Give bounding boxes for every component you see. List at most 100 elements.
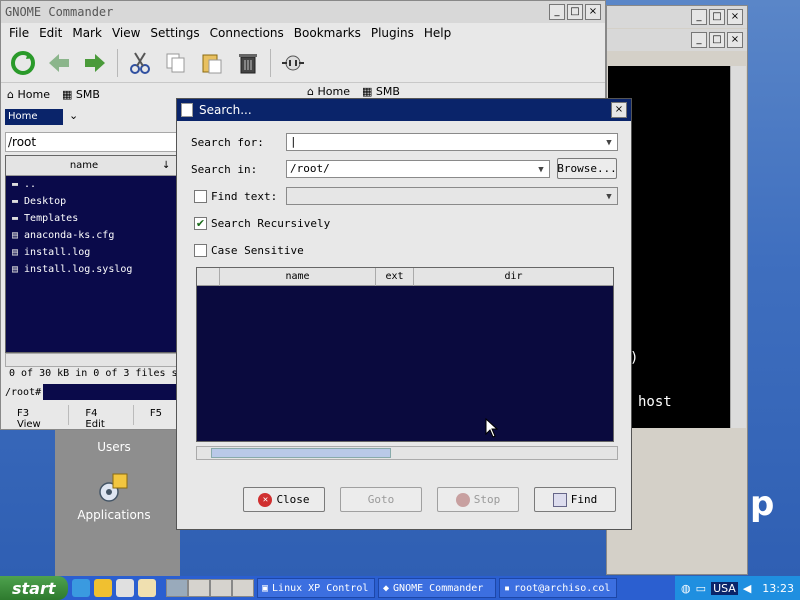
find-button[interactable]: Find <box>534 487 616 512</box>
workspace-1[interactable] <box>166 579 188 597</box>
find-text-input[interactable]: ▼ <box>286 187 618 205</box>
device-smb-button[interactable]: ▦ SMB <box>362 85 400 98</box>
file-row[interactable]: ▤ install.log.syslog <box>6 261 176 278</box>
window-title: GNOME Commander <box>5 5 114 19</box>
bookmark-combo[interactable]: Home <box>5 109 63 125</box>
menu-view[interactable]: View <box>112 26 140 40</box>
file-row[interactable]: ▬ Templates <box>6 210 176 227</box>
close-button[interactable]: × <box>727 9 743 25</box>
headphones-quicklaunch-icon[interactable] <box>116 579 134 597</box>
f4-edit-button[interactable]: F4 Edit <box>69 405 134 430</box>
column-dir-header[interactable]: dir <box>413 267 613 286</box>
search-in-label: Search in: <box>191 163 258 176</box>
menu-plugins[interactable]: Plugins <box>371 26 414 40</box>
search-for-input[interactable]: | ▼ <box>286 133 618 151</box>
browse-label: Browse... <box>557 162 617 175</box>
results-list[interactable]: name ext dir <box>196 267 614 442</box>
device-smb-button[interactable]: ▦ SMB <box>62 88 100 101</box>
applications-desktop-icon[interactable]: Applications <box>69 470 159 522</box>
device-home-button[interactable]: ⌂ Home <box>307 85 350 98</box>
file-row[interactable]: ▬.. <box>6 176 176 193</box>
workspace-pager[interactable] <box>166 579 254 597</box>
browse-button[interactable]: Browse... <box>557 158 617 179</box>
file-row[interactable]: ▤ anaconda-ks.cfg <box>6 227 176 244</box>
workspace-3[interactable] <box>210 579 232 597</box>
command-input[interactable] <box>43 384 177 400</box>
copy-button[interactable] <box>162 49 190 77</box>
task-terminal[interactable]: ▪ root@archiso.col <box>499 578 617 598</box>
file-name: .. <box>24 179 37 190</box>
task-gnome-commander[interactable]: ◆ GNOME Commander <box>378 578 496 598</box>
workspace-2[interactable] <box>188 579 210 597</box>
minimize-button[interactable]: _ <box>549 4 565 20</box>
file-list[interactable]: name ↓ ▬.. ▬ Desktop ▬ Templates ▤ anaconda… <box>5 155 177 353</box>
start-button[interactable]: start <box>0 576 68 600</box>
task-linux-xp-control[interactable]: ▣ Linux XP Control <box>257 578 375 598</box>
stop-icon <box>455 492 470 507</box>
task-label: GNOME Commander <box>393 582 484 594</box>
results-scrollbar[interactable] <box>196 446 618 460</box>
file-row[interactable]: ▤ install.log <box>6 244 176 261</box>
device-smb-label: SMB <box>375 85 400 98</box>
f5-copy-button[interactable]: F5 <box>134 405 179 425</box>
maximize-button[interactable]: □ <box>567 4 583 20</box>
maximize-button[interactable]: □ <box>709 9 725 25</box>
find-text-checkbox[interactable] <box>194 190 207 203</box>
delete-button[interactable] <box>234 49 262 77</box>
column-ext-header[interactable]: ext <box>375 267 413 286</box>
back-button[interactable] <box>45 49 73 77</box>
paste-button[interactable] <box>198 49 226 77</box>
minimize-button[interactable]: _ <box>691 32 707 48</box>
language-indicator[interactable]: USA <box>711 581 738 595</box>
scrollbar-thumb[interactable] <box>211 448 391 458</box>
menu-file[interactable]: File <box>9 26 29 40</box>
menu-bookmarks[interactable]: Bookmarks <box>294 26 361 40</box>
path-field[interactable]: /root <box>5 132 177 152</box>
column-name-header[interactable]: name <box>219 267 375 286</box>
network-icon[interactable]: ◍ <box>681 582 691 595</box>
folder-quicklaunch-icon[interactable] <box>94 579 112 597</box>
close-button[interactable]: × <box>611 102 627 118</box>
search-recursively-checkbox[interactable]: ✔ <box>194 217 207 230</box>
chevron-down-icon[interactable]: ▼ <box>602 135 616 149</box>
browser-quicklaunch-icon[interactable] <box>72 579 90 597</box>
menu-settings[interactable]: Settings <box>150 26 199 40</box>
terminal-titlebar: _ □ × <box>607 6 747 28</box>
f3-view-button[interactable]: F3 View <box>1 405 70 430</box>
applications-label: Applications <box>77 508 151 522</box>
desktop-wallpaper-text: p <box>750 484 775 524</box>
column-name-header[interactable]: name <box>6 160 162 171</box>
workspace-4[interactable] <box>232 579 254 597</box>
forward-button[interactable] <box>81 49 109 77</box>
close-button[interactable]: × <box>727 32 743 48</box>
start-label: start <box>12 578 56 598</box>
case-sensitive-checkbox[interactable] <box>194 244 207 257</box>
chevron-down-icon[interactable]: ▼ <box>602 189 616 203</box>
chevron-down-icon[interactable]: ⌄ <box>69 109 78 122</box>
file-list-scrollbar[interactable] <box>5 353 177 367</box>
menu-connections[interactable]: Connections <box>210 26 284 40</box>
terminal-scrollbar[interactable] <box>730 66 746 428</box>
maximize-button[interactable]: □ <box>709 32 725 48</box>
file-row[interactable]: ▬ Desktop <box>6 193 176 210</box>
cut-button[interactable] <box>126 49 154 77</box>
menu-mark[interactable]: Mark <box>72 26 102 40</box>
goto-button[interactable]: Goto <box>340 487 422 512</box>
monitor-icon[interactable]: ▭ <box>696 582 706 595</box>
device-home-button[interactable]: ⌂ Home <box>7 88 50 101</box>
close-dialog-button[interactable]: ✕ Close <box>243 487 325 512</box>
menu-edit[interactable]: Edit <box>39 26 62 40</box>
close-button[interactable]: × <box>585 4 601 20</box>
status-bar: 0 of 30 kB in 0 of 3 files s <box>9 368 178 379</box>
volume-icon[interactable]: ◀ <box>743 582 751 595</box>
minimize-button[interactable]: _ <box>691 9 707 25</box>
connect-button[interactable] <box>279 49 307 77</box>
search-in-input[interactable]: /root/ ▼ <box>286 160 550 178</box>
users-desktop-icon[interactable]: Users <box>69 440 159 454</box>
refresh-button[interactable] <box>9 49 37 77</box>
stop-button[interactable]: Stop <box>437 487 519 512</box>
chevron-down-icon[interactable]: ▼ <box>534 162 548 176</box>
menu-help[interactable]: Help <box>424 26 451 40</box>
editor-quicklaunch-icon[interactable] <box>138 579 156 597</box>
file-name: install.log.syslog <box>24 264 133 275</box>
